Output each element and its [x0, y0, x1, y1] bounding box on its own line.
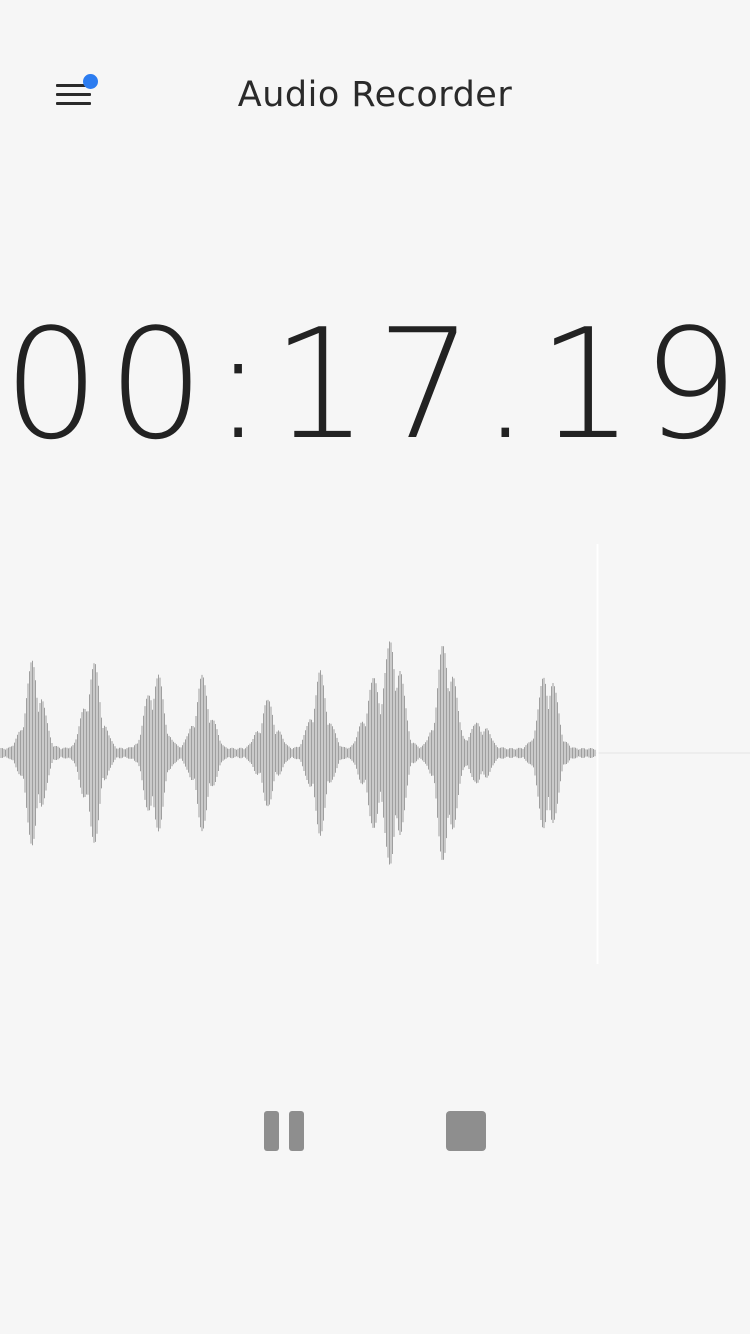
stop-button[interactable]: [440, 1104, 492, 1156]
pause-icon-bar: [289, 1111, 304, 1151]
pause-icon: [264, 1111, 279, 1151]
stop-icon: [446, 1111, 486, 1151]
audio-waveform: [0, 544, 750, 964]
pause-button[interactable]: [258, 1104, 310, 1156]
playback-controls: [0, 1100, 750, 1160]
page-title: Audio Recorder: [237, 75, 513, 115]
waveform-bars: [0, 641, 596, 865]
elapsed-time: 00:17.19: [3, 296, 747, 473]
